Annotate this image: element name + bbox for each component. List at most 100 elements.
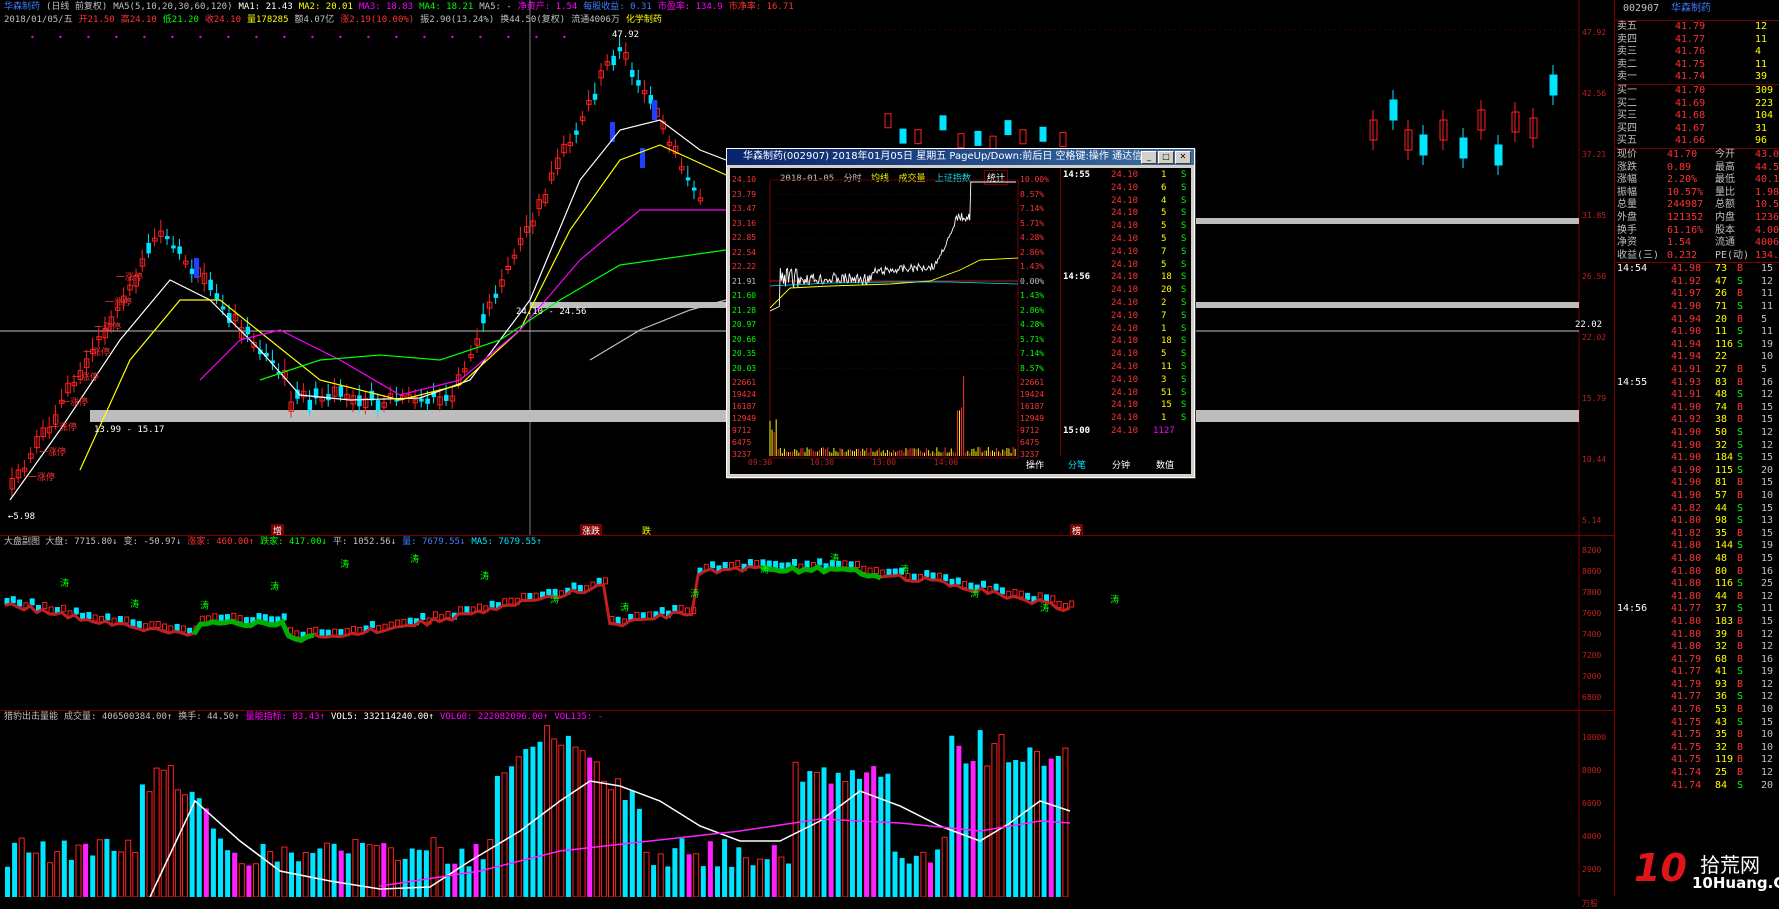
tick-row-cell: 41.90 (1671, 464, 1702, 476)
popup-tick-side: S (1181, 221, 1187, 232)
popup-tick-side: S (1181, 272, 1187, 283)
stat-row-cell: 123635 (1755, 211, 1779, 223)
tick-row: 41.77 41 S 19 (1615, 666, 1779, 679)
index-candle (17, 599, 23, 607)
tick-row: 41.90 184 S 15 (1615, 452, 1779, 465)
volume-bar (523, 749, 529, 897)
tick-row-cell: 41.79 (1671, 653, 1702, 665)
tick-row-cell: 41.75 (1671, 716, 1702, 728)
tick-row: 41.75 119 B 12 (1615, 754, 1779, 767)
index-tag: 涛 (270, 581, 279, 593)
index-candle (42, 602, 48, 610)
volume-tick-5: 万股 (1582, 899, 1598, 908)
maximize-icon[interactable]: □ (1158, 151, 1174, 164)
tick-row-cell: 41.90 (1671, 452, 1702, 464)
popup-tick-time-2: 15:00 (1063, 426, 1091, 436)
tick-row-cell: 13 (1761, 515, 1774, 527)
volume-tick-4: 2000 (1582, 865, 1602, 874)
popup-tab-2[interactable]: 数值 (1156, 458, 1174, 471)
close-icon[interactable]: ✕ (1175, 151, 1191, 164)
stat-row: 净资 1.54 流通 4006万 (1615, 237, 1779, 250)
sell-level-cell: 卖二 (1617, 58, 1637, 70)
candle-body (493, 293, 499, 298)
tick-row-cell: 41.98 (1671, 263, 1702, 275)
index-candle (943, 574, 949, 582)
volume-bar (452, 863, 458, 897)
index-tag: 涛 (1110, 593, 1119, 605)
tick-row-cell: 12 (1761, 427, 1774, 438)
volume-bar (665, 866, 671, 897)
popup-tick-price: 24.10 (1111, 170, 1139, 180)
popup-tab-0[interactable]: 分笔 (1068, 458, 1086, 471)
volume-bar (402, 858, 408, 897)
sell-level-cell: 卖五 (1617, 21, 1637, 32)
sell-level-cell: 卖三 (1617, 46, 1637, 58)
popup-title: 华森制药(002907) 2018年01月05日 星期五 PageUp/Down… (743, 151, 1157, 162)
volume-bar (792, 761, 799, 897)
watermark-domain: 10Huang.CN (1692, 874, 1779, 892)
top-tick-marker: • (30, 33, 35, 42)
index-chart[interactable]: 涛涛 涛涛涛涛涛涛涛涛涛涛涛涛涛涛 (0, 536, 1580, 711)
tick-row-cell: 41.80 (1671, 641, 1702, 653)
tick-row-cell: 41.93 (1671, 376, 1702, 388)
buy-level-cell: 31 (1755, 122, 1768, 134)
volume-bar (1013, 759, 1019, 897)
index-candle (848, 561, 854, 569)
index-candle (911, 573, 917, 581)
tick-row: 41.79 93 B 12 (1615, 679, 1779, 692)
index-candle (262, 614, 268, 622)
index-candle (351, 626, 356, 634)
tick-row-cell: 32 (1715, 741, 1728, 753)
signal-label: 一涨停 (61, 396, 88, 408)
intraday-popup-window[interactable]: 华森制药(002907) 2018年01月05日 星期五 PageUp/Down… (726, 148, 1195, 478)
tick-row-cell: 144 (1715, 540, 1734, 552)
volume-bar (302, 851, 309, 897)
intraday-chart[interactable] (730, 168, 1060, 474)
tick-row: 41.94 20 B 5 (1615, 314, 1779, 327)
volume-bar (296, 861, 302, 897)
top-tick-marker: • (254, 33, 259, 42)
tick-row-cell: S (1737, 540, 1744, 552)
stat-row-cell: 1.98 (1755, 186, 1779, 198)
candle-body (1004, 120, 1012, 136)
candle-body (630, 70, 635, 77)
tick-row-cell: 41.80 (1671, 515, 1702, 527)
minimize-icon[interactable]: _ (1141, 151, 1157, 164)
popup-tick-side: S (1181, 349, 1187, 360)
popup-tick-vol: 5 (1161, 221, 1167, 232)
volume-subchart-panel[interactable]: 猎豹出击量能 成交量: 406500384.00↑ 换手: 44.50↑ 量能指标: … (0, 710, 1580, 897)
candle-body (884, 113, 892, 129)
index-candle (747, 559, 753, 567)
index-candle (489, 600, 495, 608)
tick-row: 41.74 84 S 20 (1615, 780, 1779, 793)
index-candle (1044, 594, 1049, 602)
intraday-time-1: 10:30 (810, 458, 835, 467)
tick-row-cell: B (1737, 565, 1744, 577)
volume-bar (146, 791, 153, 897)
tick-row-cell: S (1737, 389, 1744, 401)
stat-row: 总量 244987 总额 10.5亿 (1615, 199, 1779, 212)
index-candle (634, 611, 640, 619)
stat-row-cell: 43.00 (1755, 148, 1779, 160)
top-tick-marker: • (534, 33, 539, 42)
tick-row-cell: 39 (1715, 628, 1728, 640)
popup-tab-1[interactable]: 分钟 (1112, 458, 1130, 471)
stat-row: 涨幅 2.20% 最低 40.10 (1615, 174, 1779, 187)
volume-chart[interactable] (0, 711, 1580, 897)
popup-tick-list[interactable]: 14:55 24.10 1 S 24.10 6 S 24.10 4 S 24.10 5 S 24.10 5 S… (1060, 168, 1192, 456)
index-candle (243, 617, 249, 625)
index-subchart-panel[interactable]: 大盘副图 大盘: 7715.80↓ 变: -50.97↓ 涨家: 460.00↑ 跌家… (0, 535, 1580, 711)
volume-tick-0: 10000 (1582, 733, 1607, 742)
index-candle (162, 623, 167, 631)
tick-row-cell: B (1737, 615, 1744, 627)
candle-body (214, 293, 220, 300)
tick-row-cell: 80 (1715, 565, 1728, 577)
tick-row: 41.80 44 B 12 (1615, 591, 1779, 604)
popup-tick-vol: 5 (1161, 349, 1167, 360)
popup-tick-price: 24.10 (1111, 182, 1139, 193)
tick-row-cell: 10 (1761, 351, 1774, 363)
quote-tick-list[interactable]: 14:54 41.98 73 B 15 41.92 47 S 12 41.97 26 B 11 41.90… (1615, 263, 1779, 792)
popup-titlebar[interactable]: 华森制药(002907) 2018年01月05日 星期五 PageUp/Down… (727, 149, 1194, 165)
op-button[interactable]: 操作 (1026, 458, 1044, 471)
popup-tick-price: 24.10 (1111, 362, 1139, 372)
